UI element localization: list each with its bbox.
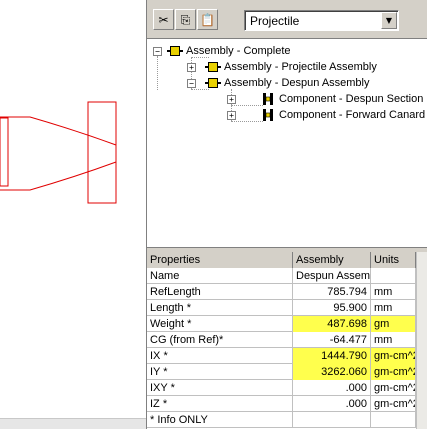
- chevron-down-icon: ▼: [385, 16, 393, 25]
- property-value[interactable]: .000: [293, 396, 371, 412]
- property-row[interactable]: Length * 95.900 mm: [147, 300, 416, 316]
- tree-node-label: Component - Forward Canard: [279, 109, 426, 121]
- property-row[interactable]: IZ * .000 gm-cm^2: [147, 396, 416, 412]
- property-unit: mm: [371, 284, 416, 300]
- property-unit: mm: [371, 300, 416, 316]
- expand-toggle[interactable]: +: [227, 95, 236, 104]
- property-value[interactable]: 3262.060: [293, 364, 371, 380]
- property-row[interactable]: IY * 3262.060 gm-cm^2: [147, 364, 416, 380]
- property-unit: mm: [371, 332, 416, 348]
- property-value[interactable]: -64.477: [293, 332, 371, 348]
- grid-header-row: Properties Assembly Units: [147, 252, 416, 268]
- tree-node-despun-section[interactable]: Component - Despun Section: [263, 91, 423, 107]
- property-name: * Info ONLY: [147, 412, 293, 428]
- property-value[interactable]: 1444.790: [293, 348, 371, 364]
- clipboard-icon: 📋: [200, 12, 215, 27]
- component-icon: [263, 109, 273, 121]
- property-name: IXY *: [147, 380, 293, 396]
- assembly-icon: [205, 77, 221, 89]
- property-name: RefLength: [147, 284, 293, 300]
- property-name: Length *: [147, 300, 293, 316]
- toolbar: ✂ ⎘ 📋 Projectile ▼: [147, 8, 427, 34]
- tree-node-label: Assembly - Despun Assembly: [224, 77, 370, 89]
- paste-button[interactable]: 📋: [197, 9, 218, 30]
- property-unit: gm-cm^2: [371, 396, 416, 412]
- property-row[interactable]: IX * 1444.790 gm-cm^2: [147, 348, 416, 364]
- component-icon: [263, 93, 273, 105]
- property-unit: [371, 268, 416, 284]
- copy-icon: ⎘: [180, 12, 191, 27]
- tree-node-assembly-complete[interactable]: Assembly - Complete: [167, 43, 291, 59]
- collapse-toggle[interactable]: −: [187, 79, 196, 88]
- property-row[interactable]: RefLength 785.794 mm: [147, 284, 416, 300]
- assembly-icon: [205, 61, 221, 73]
- property-unit: gm-cm^2: [371, 380, 416, 396]
- canard-outline: [87, 101, 117, 204]
- assembly-panel: ✂ ⎘ 📋 Projectile ▼ − Assembly - Complete…: [146, 0, 427, 429]
- property-unit: gm: [371, 316, 416, 332]
- property-unit: gm-cm^2: [371, 348, 416, 364]
- property-name: Name: [147, 268, 293, 284]
- copy-button[interactable]: ⎘: [175, 9, 196, 30]
- assembly-icon: [167, 45, 183, 57]
- property-row[interactable]: CG (from Ref)* -64.477 mm: [147, 332, 416, 348]
- property-name: IZ *: [147, 396, 293, 412]
- tree-node-projectile-assembly[interactable]: Assembly - Projectile Assembly: [205, 59, 377, 75]
- scissors-icon: ✂: [158, 12, 169, 27]
- tree-node-label: Assembly - Projectile Assembly: [224, 61, 377, 73]
- tree-node-forward-canard[interactable]: Component - Forward Canard: [263, 107, 425, 123]
- property-row[interactable]: IXY * .000 gm-cm^2: [147, 380, 416, 396]
- tree-connector: [231, 121, 263, 122]
- drawing-canvas[interactable]: [0, 0, 146, 429]
- property-value[interactable]: .000: [293, 380, 371, 396]
- property-value[interactable]: 487.698: [293, 316, 371, 332]
- column-header-assembly[interactable]: Assembly: [293, 252, 371, 268]
- collapse-toggle[interactable]: −: [153, 47, 162, 56]
- property-value[interactable]: 785.794: [293, 284, 371, 300]
- column-header-units[interactable]: Units: [371, 252, 416, 268]
- property-name: CG (from Ref)*: [147, 332, 293, 348]
- property-name: IX *: [147, 348, 293, 364]
- property-unit: [371, 412, 416, 428]
- properties-grid: Properties Assembly Units Name Despun Ass…: [147, 252, 427, 429]
- property-value[interactable]: [293, 412, 371, 428]
- body-segment-outline: [0, 117, 9, 187]
- cut-button[interactable]: ✂: [153, 9, 174, 30]
- tree-node-label: Component - Despun Section: [279, 93, 424, 105]
- property-row[interactable]: Name Despun Assem: [147, 268, 416, 284]
- assembly-tree: − Assembly - Complete + Assembly - Proje…: [147, 38, 427, 248]
- tree-node-label: Assembly - Complete: [186, 45, 291, 57]
- property-value[interactable]: Despun Assem: [293, 268, 371, 284]
- grid-scrollbar[interactable]: [416, 252, 427, 429]
- model-select-value: Projectile: [250, 14, 300, 28]
- body-cone-outline: [0, 116, 117, 191]
- canvas-scrollbar[interactable]: [0, 418, 146, 429]
- property-name: Weight *: [147, 316, 293, 332]
- column-header-properties[interactable]: Properties: [147, 252, 293, 268]
- property-row[interactable]: * Info ONLY: [147, 412, 416, 428]
- dropdown-button[interactable]: ▼: [381, 12, 397, 29]
- tree-connector: [231, 105, 263, 106]
- model-select[interactable]: Projectile ▼: [244, 10, 399, 31]
- expand-toggle[interactable]: +: [187, 63, 196, 72]
- projectile-outline-drawing: [0, 101, 117, 204]
- property-unit: gm-cm^2: [371, 364, 416, 380]
- tree-connector: [157, 56, 158, 90]
- property-name: IY *: [147, 364, 293, 380]
- expand-toggle[interactable]: +: [227, 111, 236, 120]
- property-value[interactable]: 95.900: [293, 300, 371, 316]
- property-row[interactable]: Weight * 487.698 gm: [147, 316, 416, 332]
- tree-node-despun-assembly[interactable]: Assembly - Despun Assembly: [205, 75, 370, 91]
